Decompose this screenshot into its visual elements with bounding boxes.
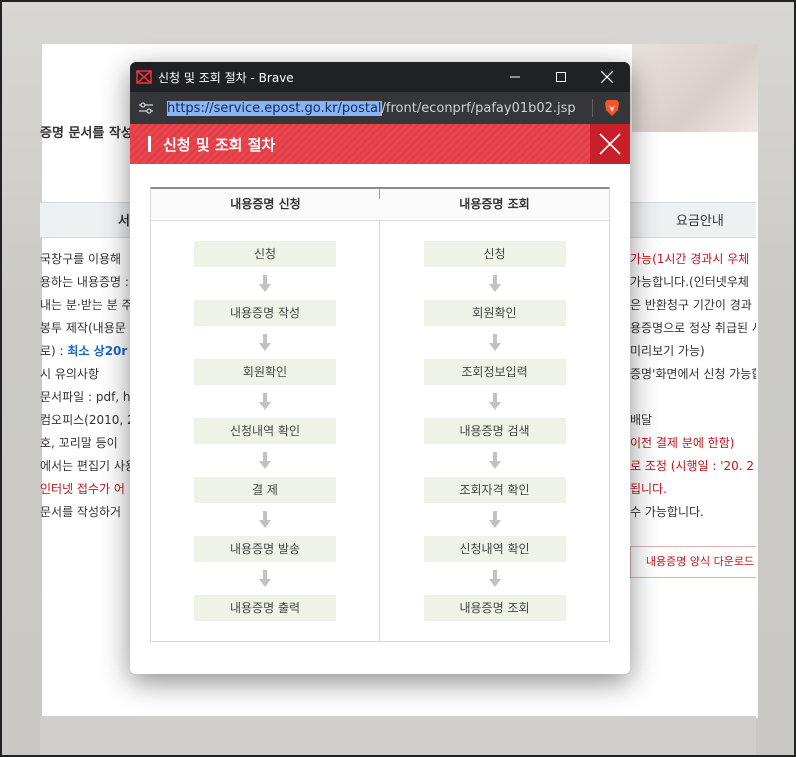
bg-left-line: 인터넷 접수가 어: [40, 482, 125, 496]
header-accent-bar: [148, 136, 151, 152]
inquiry-step: 신청내역 확인: [423, 536, 566, 562]
apply-step: 결 제: [194, 477, 336, 503]
bg-right-line: [630, 386, 756, 409]
down-arrow-icon: [259, 267, 271, 300]
bg-right-line: 로 조정 (시행일 : '20. 2: [630, 459, 755, 473]
bg-left-text: 국창구를 이용해 용하는 내용증명 : 내는 분·받는 분 주 봉투 제작(내용…: [40, 248, 140, 524]
inquiry-step: 내용증명 검색: [423, 418, 566, 444]
bg-right-line: 미리보기 가능): [630, 344, 705, 358]
window-titlebar: 신청 및 조회 절차 - Brave: [130, 62, 630, 92]
bg-left-line: 로) : 최소 상20r: [40, 344, 128, 358]
popup-header: 신청 및 조회 절차: [130, 124, 630, 164]
bg-right-line: 가능(1시간 경과시 우체: [630, 252, 750, 266]
address-divider: [592, 99, 594, 117]
bg-right-text: 가능(1시간 경과시 우체 가능합니다.(인터넷우체 은 반환청구 기간이 경과…: [630, 248, 756, 524]
download-form-button[interactable]: 내용증명 양식 다운로드: [630, 546, 756, 578]
close-window-button[interactable]: [584, 62, 630, 92]
apply-step: 신청내역 확인: [194, 418, 336, 444]
bg-right-line: 가능합니다.(인터넷우체: [630, 275, 749, 289]
bg-left-line: 문서를 작성하거: [40, 505, 122, 519]
down-arrow-icon: [259, 444, 271, 477]
bg-left-line: 호, 꼬리말 등이: [40, 436, 118, 450]
inquiry-step: 신청: [423, 241, 566, 267]
procedure-table: 내용증명 신청 내용증명 조회 신청 내용증명 작성 회원확인 신청내역 확인 …: [150, 187, 610, 642]
down-arrow-icon: [488, 444, 501, 477]
apply-step: 내용증명 출력: [194, 595, 336, 621]
down-arrow-icon: [488, 562, 501, 595]
popup-content: 내용증명 신청 내용증명 조회 신청 내용증명 작성 회원확인 신청내역 확인 …: [130, 164, 630, 642]
bg-left-line: 문서파일 : pdf, h: [40, 390, 131, 404]
inquiry-steps-column: 신청 회원확인 조회정보입력 내용증명 검색 조회자격 확인 신청내역 확인 내…: [380, 221, 609, 642]
url-rest-part: /front/econprf/pafay01b02.jsp: [381, 100, 576, 116]
inquiry-step: 내용증명 조회: [423, 595, 566, 621]
bg-left-line: 봉투 제작(내용문: [40, 321, 126, 335]
bg-left-line: 시 유의사항: [40, 367, 100, 381]
apply-steps-column: 신청 내용증명 작성 회원확인 신청내역 확인 결 제 내용증명 발송 내용증명…: [151, 221, 380, 642]
bg-tab-fee-guide[interactable]: 요금안내: [676, 210, 724, 229]
close-icon: [601, 71, 613, 83]
down-arrow-icon: [259, 562, 271, 595]
apply-step: 회원확인: [194, 359, 336, 385]
column-header-inquiry: 내용증명 조회: [459, 197, 530, 211]
inquiry-step: 회원확인: [423, 300, 566, 326]
brave-shields-icon[interactable]: [603, 99, 620, 117]
bg-right-line: 이전 결제 분에 한함): [630, 436, 735, 450]
close-x-icon: [599, 133, 621, 155]
bg-right-line: 수 가능합니다.: [630, 505, 704, 519]
inquiry-step: 조회자격 확인: [423, 477, 566, 503]
bg-left-line: 에서는 편집기 사용: [40, 459, 136, 473]
bg-right-line: 배달: [630, 413, 653, 427]
bg-left-line: 내는 분·받는 분 주: [40, 298, 133, 312]
maximize-button[interactable]: [538, 62, 584, 92]
window-controls: [492, 62, 630, 92]
bg-right-line: 됩니다.: [630, 482, 667, 496]
down-arrow-icon: [259, 326, 271, 359]
url-selected-part: https://service.epost.go.kr/postal: [167, 100, 382, 116]
down-arrow-icon: [259, 503, 271, 536]
bg-left-line: 컴오피스(2010, 2: [40, 413, 135, 427]
column-header-apply: 내용증명 신청: [151, 189, 380, 220]
down-arrow-icon: [488, 385, 501, 418]
down-arrow-icon: [488, 503, 501, 536]
procedure-table-body: 신청 내용증명 작성 회원확인 신청내역 확인 결 제 내용증명 발송 내용증명…: [151, 221, 609, 642]
address-bar[interactable]: https://service.epost.go.kr/postal/front…: [130, 92, 630, 124]
bg-highlight-text: 최소 상20r: [67, 344, 128, 358]
bg-left-line: 국창구를 이용해: [40, 252, 122, 266]
window-title: 신청 및 조회 절차 - Brave: [158, 70, 294, 85]
bg-left-line: 용하는 내용증명 :: [40, 275, 129, 289]
popup-window: 신청 및 조회 절차 - Brave https://service.epost…: [130, 62, 630, 674]
popup-title: 신청 및 조회 절차: [163, 135, 276, 154]
minimize-button[interactable]: [492, 62, 538, 92]
bg-page-title: 증명 문서를 작성: [40, 126, 133, 141]
bg-tab-left: 서: [118, 214, 130, 229]
down-arrow-icon: [488, 267, 501, 300]
apply-step: 내용증명 작성: [194, 300, 336, 326]
epost-logo-icon: [136, 69, 152, 85]
apply-step: 신청: [194, 241, 336, 267]
procedure-table-header: 내용증명 신청 내용증명 조회: [151, 189, 609, 221]
background-bottom: [40, 716, 756, 755]
inquiry-step: 조회정보입력: [423, 359, 566, 385]
popup-close-button[interactable]: [590, 124, 630, 164]
down-arrow-icon: [488, 326, 501, 359]
site-settings-icon[interactable]: [139, 101, 153, 115]
url-text[interactable]: https://service.epost.go.kr/postal/front…: [167, 100, 576, 116]
minimize-icon: [510, 76, 520, 78]
bg-right-line: 용증명으로 정상 취급된 사: [630, 321, 756, 335]
down-arrow-icon: [259, 385, 271, 418]
apply-step: 내용증명 발송: [194, 536, 336, 562]
maximize-icon: [556, 72, 566, 82]
bg-right-line: 은 반환청구 기간이 경과: [630, 298, 752, 312]
bg-right-line: 증명'화면에서 신청 가능합: [630, 367, 756, 381]
